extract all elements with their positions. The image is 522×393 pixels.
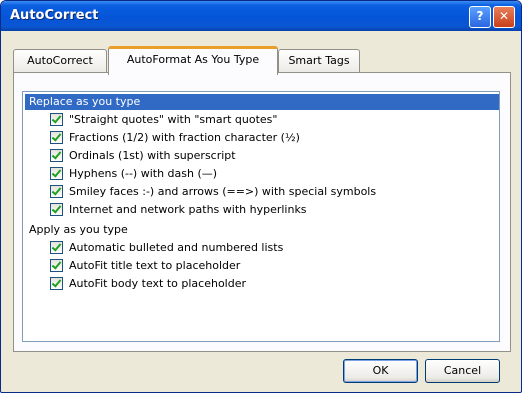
option-label: Fractions (1/2) with fraction character … [69, 131, 300, 144]
checkbox-checked-icon[interactable] [50, 148, 63, 162]
option-label: AutoFit title text to placeholder [69, 259, 241, 272]
checkbox-checked-icon[interactable] [50, 112, 63, 126]
group-header-replace-as-you-type[interactable]: Replace as you type [25, 94, 499, 110]
help-icon: ? [476, 9, 484, 23]
option-label: Hyphens (--) with dash (—) [69, 167, 218, 180]
options-list[interactable]: Replace as you type "Straight quotes" wi… [22, 91, 500, 342]
title-bar[interactable]: AutoCorrect ? ✕ [1, 1, 521, 31]
autocorrect-dialog: AutoCorrect ? ✕ AutoCorrect AutoFormat A… [0, 0, 522, 393]
ok-button[interactable]: OK [343, 359, 418, 383]
checkbox-checked-icon[interactable] [50, 166, 63, 180]
checkbox-checked-icon[interactable] [50, 184, 63, 198]
option-bulleted-lists[interactable]: Automatic bulleted and numbered lists [50, 239, 283, 257]
option-internet-paths[interactable]: Internet and network paths with hyperlin… [50, 201, 307, 219]
checkbox-checked-icon[interactable] [50, 258, 63, 272]
option-autofit-body[interactable]: AutoFit body text to placeholder [50, 275, 246, 293]
option-straight-quotes[interactable]: "Straight quotes" with "smart quotes" [50, 111, 277, 129]
option-ordinals[interactable]: Ordinals (1st) with superscript [50, 147, 236, 165]
checkbox-checked-icon[interactable] [50, 202, 63, 216]
tab-autocorrect[interactable]: AutoCorrect [13, 49, 107, 72]
option-label: Smiley faces :-) and arrows (==>) with s… [69, 185, 377, 198]
help-button[interactable]: ? [469, 6, 491, 28]
checkbox-checked-icon[interactable] [50, 130, 63, 144]
option-label: AutoFit body text to placeholder [69, 277, 247, 290]
option-label: "Straight quotes" with "smart quotes" [69, 113, 278, 126]
option-label: Automatic bulleted and numbered lists [69, 241, 284, 254]
option-label: Internet and network paths with hyperlin… [69, 203, 307, 216]
group-header-apply-as-you-type[interactable]: Apply as you type [25, 222, 499, 238]
close-button[interactable]: ✕ [493, 6, 515, 28]
dialog-title: AutoCorrect [10, 8, 99, 23]
option-smiley-faces[interactable]: Smiley faces :-) and arrows (==>) with s… [50, 183, 376, 201]
option-hyphens[interactable]: Hyphens (--) with dash (—) [50, 165, 217, 183]
tab-autoformat-as-you-type[interactable]: AutoFormat As You Type [108, 46, 278, 75]
cancel-button[interactable]: Cancel [425, 359, 500, 383]
option-fractions[interactable]: Fractions (1/2) with fraction character … [50, 129, 300, 147]
option-autofit-title[interactable]: AutoFit title text to placeholder [50, 257, 240, 275]
checkbox-checked-icon[interactable] [50, 276, 63, 290]
option-label: Ordinals (1st) with superscript [69, 149, 236, 162]
close-icon: ✕ [498, 9, 510, 23]
tab-smart-tags[interactable]: Smart Tags [278, 49, 360, 72]
checkbox-checked-icon[interactable] [50, 240, 63, 254]
